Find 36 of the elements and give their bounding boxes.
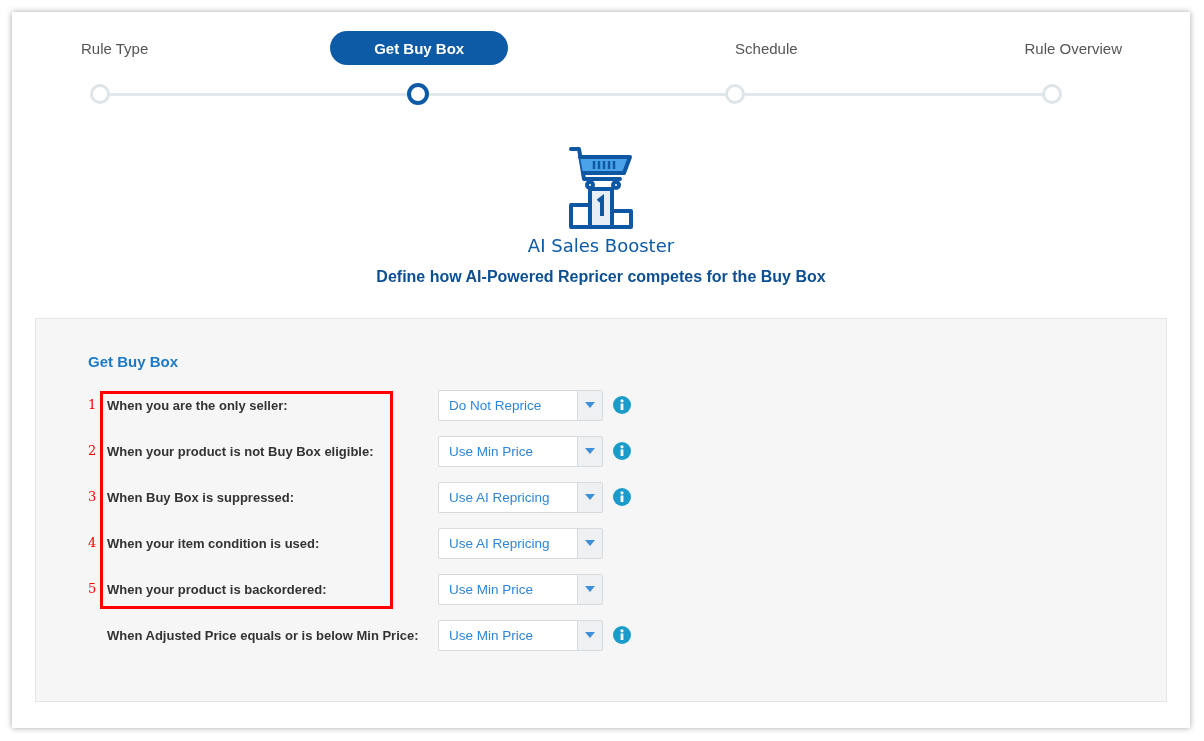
setting-label: When your product is backordered: bbox=[106, 581, 328, 597]
setting-label: When Adjusted Price equals or is below Min Price: bbox=[106, 627, 420, 643]
caret-icon bbox=[585, 586, 595, 592]
setting-label: When your product is not Buy Box eligible: bbox=[106, 443, 375, 459]
annotation-number: 5 bbox=[88, 580, 98, 596]
step-tab[interactable]: Rule Type bbox=[81, 31, 149, 65]
info-icon[interactable] bbox=[613, 488, 631, 506]
option-dropdown[interactable]: Use Min Price bbox=[438, 435, 603, 467]
cart-podium-icon bbox=[568, 145, 634, 231]
caret-icon bbox=[585, 494, 595, 500]
section-title: Get Buy Box bbox=[88, 353, 179, 370]
setting-label: When you are the only seller: bbox=[106, 397, 289, 413]
setting-label: When your item condition is used: bbox=[106, 535, 321, 551]
caret-icon bbox=[585, 540, 595, 546]
option-dropdown[interactable]: Use Min Price bbox=[438, 619, 603, 651]
annotation-number: 2 bbox=[88, 442, 98, 458]
feature-title: AI Sales Booster bbox=[527, 235, 675, 256]
annotation-number: 3 bbox=[88, 488, 98, 504]
option-dropdown[interactable]: Use Min Price bbox=[438, 573, 603, 605]
step-tab[interactable]: Rule Overview bbox=[1024, 31, 1122, 65]
info-icon[interactable] bbox=[613, 626, 631, 644]
option-dropdown[interactable]: Use AI Repricing bbox=[438, 527, 603, 559]
option-dropdown[interactable]: Use AI Repricing bbox=[438, 481, 603, 513]
annotation-number: 4 bbox=[88, 534, 98, 550]
annotation-number: 1 bbox=[88, 396, 98, 412]
info-icon[interactable] bbox=[613, 396, 631, 414]
setting-label: When Buy Box is suppressed: bbox=[106, 489, 296, 505]
caret-icon bbox=[585, 632, 595, 638]
step-tab[interactable]: Schedule bbox=[735, 31, 798, 65]
info-icon[interactable] bbox=[613, 442, 631, 460]
feature-subtitle: Define how AI-Powered Repricer competes for the Buy Box bbox=[376, 268, 826, 286]
step-dot[interactable] bbox=[406, 83, 429, 105]
caret-icon bbox=[585, 448, 595, 454]
caret-icon bbox=[585, 402, 595, 408]
step-tab[interactable]: Get Buy Box bbox=[330, 31, 509, 65]
option-dropdown[interactable]: Do Not Reprice bbox=[438, 389, 603, 421]
